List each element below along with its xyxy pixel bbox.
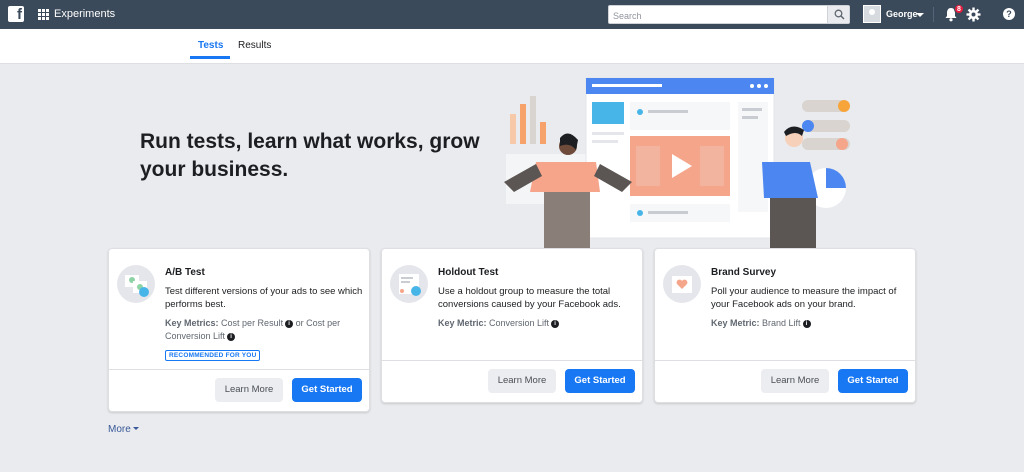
tab-bar: Tests Results xyxy=(0,29,1024,64)
apps-grid-icon[interactable] xyxy=(38,9,49,20)
card-description: Test different versions of your ads to s… xyxy=(165,286,363,310)
ab-test-card: A/B Test Test different versions of your… xyxy=(108,248,370,412)
notification-count-badge: 8 xyxy=(954,4,964,14)
card-title: Holdout Test xyxy=(438,267,499,278)
user-name[interactable]: George xyxy=(886,9,918,19)
help-question-icon[interactable]: ? xyxy=(1003,8,1015,20)
active-tab-indicator xyxy=(190,56,230,59)
avatar[interactable] xyxy=(863,5,881,23)
card-description: Use a holdout group to measure the total… xyxy=(438,286,621,310)
search-box xyxy=(608,5,850,25)
metric-label: Key Metrics: xyxy=(165,318,219,328)
card-title: A/B Test xyxy=(165,267,205,278)
metric-or-text: or Cost per xyxy=(295,318,341,328)
get-started-button[interactable]: Get Started xyxy=(292,378,362,402)
card-title: Brand Survey xyxy=(711,267,777,278)
facebook-logo-icon[interactable]: f xyxy=(8,6,24,22)
card-key-metrics: Key Metric: Conversion Lift i xyxy=(438,317,638,330)
metric-label: Key Metric: xyxy=(711,318,760,328)
learn-more-button[interactable]: Learn More xyxy=(761,369,829,393)
card-footer: Learn More Get Started xyxy=(382,360,642,402)
more-link[interactable]: More xyxy=(108,424,139,435)
top-navigation-bar: f Experiments George 8 xyxy=(0,0,1024,29)
more-label: More xyxy=(108,424,131,435)
search-icon xyxy=(834,9,845,20)
brand-survey-icon xyxy=(663,265,701,303)
card-key-metrics: Key Metrics: Cost per Result i or Cost pe… xyxy=(165,317,365,343)
tab-tests[interactable]: Tests xyxy=(198,40,223,51)
card-key-metrics: Key Metric: Brand Lift i xyxy=(711,317,911,330)
card-footer: Learn More Get Started xyxy=(109,369,369,411)
info-icon[interactable]: i xyxy=(285,320,294,328)
search-input[interactable] xyxy=(609,7,829,25)
tab-results[interactable]: Results xyxy=(238,40,271,51)
holdout-test-card: Holdout Test Use a holdout group to meas… xyxy=(381,248,643,403)
chevron-down-icon xyxy=(132,427,139,430)
account-chevron-down-icon[interactable] xyxy=(916,13,924,17)
topbar-divider xyxy=(933,7,934,22)
metric-value: Brand Lift xyxy=(762,318,801,328)
metric-label: Key Metric: xyxy=(438,318,487,328)
card-footer: Learn More Get Started xyxy=(655,360,915,402)
metric-value: Cost per Result xyxy=(221,318,284,328)
ab-test-icon xyxy=(117,265,155,303)
learn-more-button[interactable]: Learn More xyxy=(488,369,556,393)
holdout-test-icon xyxy=(390,265,428,303)
get-started-button[interactable]: Get Started xyxy=(838,369,908,393)
get-started-button[interactable]: Get Started xyxy=(565,369,635,393)
hero-illustration xyxy=(504,77,850,248)
app-title[interactable]: Experiments xyxy=(54,8,115,20)
settings-gear-icon[interactable] xyxy=(966,7,981,22)
info-icon[interactable]: i xyxy=(227,333,236,341)
info-icon[interactable]: i xyxy=(551,320,560,328)
brand-survey-card: Brand Survey Poll your audience to measu… xyxy=(654,248,916,403)
metric-value: Conversion Lift xyxy=(489,318,550,328)
learn-more-button[interactable]: Learn More xyxy=(215,378,283,402)
metric-value: Conversion Lift xyxy=(165,331,226,341)
search-button[interactable] xyxy=(827,6,849,23)
recommended-badge: RECOMMENDED FOR YOU xyxy=(165,350,261,361)
info-icon[interactable]: i xyxy=(802,320,811,328)
card-description: Poll your audience to measure the impact… xyxy=(711,286,897,310)
hero-title: Run tests, learn what works, grow your b… xyxy=(140,130,480,181)
